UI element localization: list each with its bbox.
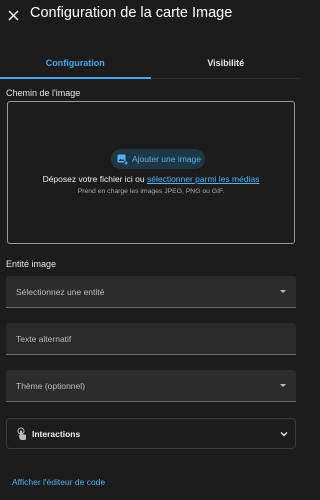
tab-visibility[interactable]: Visibilité xyxy=(151,48,302,78)
image-plus-icon xyxy=(117,154,128,165)
add-image-button[interactable]: Ajouter une image xyxy=(111,149,205,169)
interactions-expander[interactable]: Interactions xyxy=(6,418,296,449)
entity-section-label: Entité image xyxy=(6,259,57,269)
image-path-label: Chemin de l'image xyxy=(6,88,81,98)
theme-select[interactable]: Thème (optionnel) xyxy=(6,370,296,402)
add-image-label: Ajouter une image xyxy=(132,154,201,164)
close-button[interactable] xyxy=(3,5,23,25)
supported-formats-hint: Prend en charge les images JPEG, PNG ou … xyxy=(77,188,225,195)
close-icon xyxy=(8,10,18,20)
drop-instructions: Déposez votre fichier ici ou sélectionne… xyxy=(8,174,294,184)
alt-text-placeholder: Texte alternatif xyxy=(16,334,72,344)
card-config-dialog: Configuration de la carte Image Configur… xyxy=(0,0,301,500)
gesture-tap-icon xyxy=(17,427,26,440)
dialog-title: Configuration de la carte Image xyxy=(30,5,233,21)
tab-bar: Configuration Visibilité xyxy=(0,48,301,79)
tab-configuration[interactable]: Configuration xyxy=(0,48,151,79)
chevron-down-icon xyxy=(280,431,288,437)
theme-select-placeholder: Thème (optionnel) xyxy=(16,381,85,391)
alt-text-input[interactable]: Texte alternatif xyxy=(6,323,296,355)
entity-select-placeholder: Sélectionnez une entité xyxy=(16,287,105,297)
dialog-header: Configuration de la carte Image xyxy=(0,0,301,30)
caret-down-icon xyxy=(280,384,286,387)
select-media-link[interactable]: sélectionner parmi les médias xyxy=(147,174,259,184)
image-dropzone[interactable]: Ajouter une image Déposez votre fichier … xyxy=(7,101,295,244)
caret-down-icon xyxy=(280,290,286,293)
interactions-label: Interactions xyxy=(32,429,81,439)
show-code-editor-link[interactable]: Afficher l'éditeur de code xyxy=(12,477,105,487)
entity-select[interactable]: Sélectionnez une entité xyxy=(6,276,296,308)
drop-text: Déposez votre fichier ici ou xyxy=(42,174,147,184)
